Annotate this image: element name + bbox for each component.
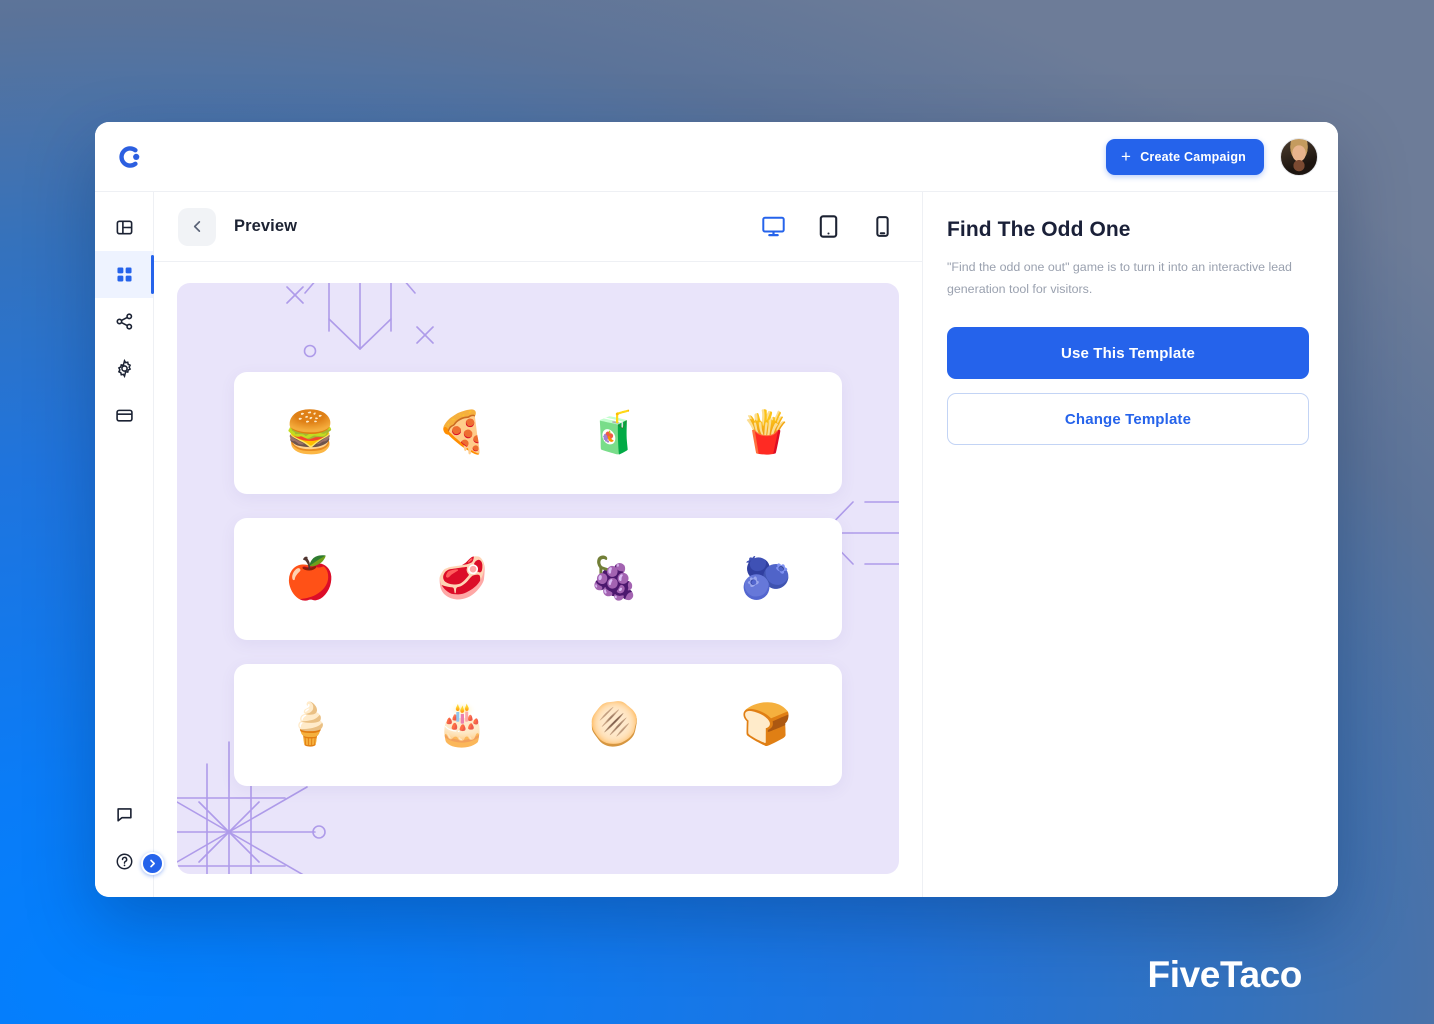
top-bar-actions: + Create Campaign: [1106, 137, 1318, 176]
device-mobile-button[interactable]: [871, 215, 894, 238]
sidebar-item-billing[interactable]: [95, 392, 153, 439]
game-cell-grapes[interactable]: 🍇: [538, 558, 690, 599]
game-cell-pizza[interactable]: 🍕: [386, 412, 538, 453]
sidebar-item-share[interactable]: [95, 298, 153, 345]
change-template-button[interactable]: Change Template: [947, 393, 1309, 446]
chat-bubble-icon: [116, 808, 132, 822]
game-cell-bread-slice[interactable]: 🍞: [690, 704, 842, 745]
device-desktop-button[interactable]: [761, 214, 786, 239]
avatar[interactable]: [1280, 137, 1318, 176]
app-body: Preview 🍔 🍕 🧃 🍟 🍎 🥩 🍇 🫐 🍦 🎂 🫓 🍞 Find The…: [95, 192, 1338, 897]
chevron-left-icon: [193, 221, 200, 232]
sidebar: [95, 192, 164, 897]
credit-card-icon: [115, 409, 133, 422]
game-cell-birthday-cake[interactable]: 🎂: [386, 704, 538, 745]
device-toggle-group: [761, 214, 894, 239]
game-cell-hamburger[interactable]: 🍔: [234, 412, 386, 453]
create-campaign-label: Create Campaign: [1140, 149, 1246, 164]
sidebar-item-feedback[interactable]: [95, 791, 153, 838]
game-cell-french-fries[interactable]: 🍟: [690, 412, 842, 453]
grid-icon: [116, 267, 132, 282]
mobile-icon: [876, 216, 889, 237]
plus-icon: +: [1121, 146, 1132, 166]
sidebar-item-layout[interactable]: [95, 204, 153, 251]
preview-toolbar: Preview: [154, 192, 922, 262]
template-title: Find The Odd One: [947, 218, 1131, 241]
expand-sidebar-button[interactable]: [141, 852, 164, 875]
preview-canvas-area: 🍔 🍕 🧃 🍟 🍎 🥩 🍇 🫐 🍦 🎂 🫓 🍞: [154, 262, 922, 897]
fivetaco-watermark: FiveTaco: [1147, 954, 1303, 995]
device-tablet-button[interactable]: [816, 214, 841, 239]
sidebar-top-items: [95, 204, 154, 439]
template-description: "Find the odd one out" game is to turn i…: [947, 260, 1292, 296]
sidebar-item-templates[interactable]: [95, 251, 154, 298]
help-circle-icon: [116, 853, 132, 870]
game-rows: 🍔 🍕 🧃 🍟 🍎 🥩 🍇 🫐 🍦 🎂 🫓 🍞: [177, 371, 899, 786]
back-button[interactable]: [178, 207, 216, 246]
gear-icon: [117, 359, 131, 378]
app-window: + Create Campaign Preview 🍔 🍕 🧃 🍟 🍎 🥩 🍇 …: [95, 122, 1338, 897]
game-cell-steak[interactable]: 🥩: [386, 558, 538, 599]
page-title: Preview: [234, 217, 298, 235]
brand-logo[interactable]: [117, 144, 143, 170]
use-this-template-button[interactable]: Use This Template: [947, 327, 1309, 380]
create-campaign-button[interactable]: + Create Campaign: [1106, 138, 1264, 175]
desktop-icon: [762, 216, 785, 237]
game-row: 🍦 🎂 🫓 🍞: [234, 663, 842, 786]
c-dot-logo-icon: [119, 145, 140, 168]
game-cell-ice-cream-cone[interactable]: 🍦: [234, 704, 386, 745]
game-row: 🍎 🥩 🍇 🫐: [234, 517, 842, 640]
preview-column: Preview 🍔 🍕 🧃 🍟 🍎 🥩 🍇 🫐 🍦 🎂 🫓 🍞: [154, 192, 923, 897]
chevron-right-icon: [150, 859, 155, 868]
sidebar-item-settings[interactable]: [95, 345, 153, 392]
game-cell-juice-glass[interactable]: 🧃: [538, 412, 690, 453]
game-cell-blueberries[interactable]: 🫐: [690, 558, 842, 599]
top-bar: + Create Campaign: [95, 122, 1338, 192]
template-info-panel: Find The Odd One "Find the odd one out" …: [923, 192, 1338, 897]
layout-panel-icon: [116, 220, 132, 235]
game-cell-apple[interactable]: 🍎: [234, 558, 386, 599]
game-row: 🍔 🍕 🧃 🍟: [234, 371, 842, 494]
share-icon: [115, 313, 132, 330]
game-cell-hot-bread[interactable]: 🫓: [538, 704, 690, 745]
snowflake-top-decoration: [286, 283, 434, 358]
tablet-icon: [819, 215, 838, 238]
game-canvas: 🍔 🍕 🧃 🍟 🍎 🥩 🍇 🫐 🍦 🎂 🫓 🍞: [177, 283, 899, 874]
